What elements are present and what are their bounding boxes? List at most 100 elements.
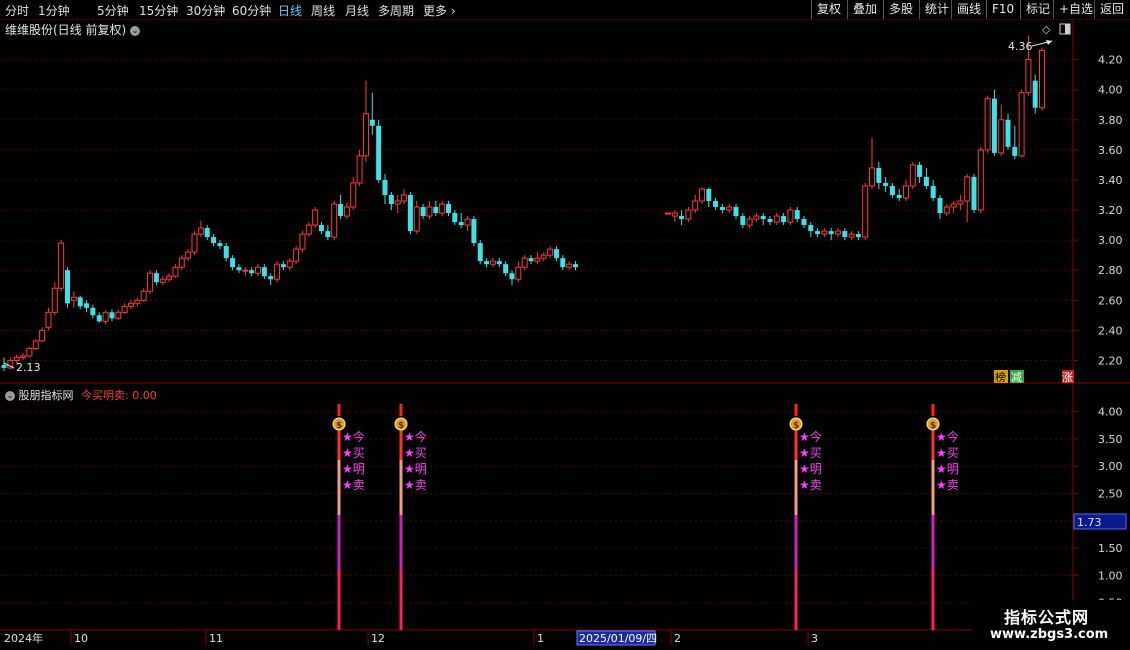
candle-body — [401, 194, 408, 202]
signal-bar-top — [931, 404, 935, 416]
price-tick-label: 3.80 — [1098, 114, 1123, 127]
time-label-1: 1 — [537, 632, 544, 645]
candle-body — [917, 164, 923, 177]
candle-body — [984, 98, 991, 151]
candle-body — [413, 206, 420, 232]
candle-body — [553, 249, 559, 259]
candle-body — [896, 194, 902, 198]
time-label-2: 2 — [674, 632, 681, 645]
price-tick-label: 3.40 — [1098, 174, 1123, 187]
candle-body — [446, 204, 451, 214]
site-logo: 指标公式网 www.zbgs3.com — [972, 600, 1130, 650]
candle-body — [503, 264, 509, 274]
candle-body — [305, 224, 312, 235]
signal-label: ★今 — [799, 429, 822, 444]
signal-bar-magenta — [337, 515, 341, 570]
candle-body — [842, 231, 848, 238]
signal-bar-top — [337, 404, 341, 416]
time-label-12: 12 — [371, 632, 385, 645]
indicator-tick-label: 2.50 — [1098, 488, 1123, 501]
candle-body — [433, 207, 439, 214]
badge-jian[interactable]: 减 — [1011, 371, 1022, 384]
candle-body — [362, 113, 369, 157]
candle-body — [70, 296, 77, 301]
candle-body — [236, 267, 242, 271]
candle-body — [740, 216, 746, 226]
indicator-tick-label: 1.50 — [1098, 542, 1123, 555]
price-tick-label: 2.80 — [1098, 264, 1123, 277]
candle-body — [671, 212, 678, 217]
candle-body — [964, 176, 971, 202]
indicator-title[interactable]: ⌄ 股朋指标网 今买明卖: 0.00 — [5, 387, 157, 403]
time-label-10: 10 — [74, 632, 88, 645]
candle-body — [477, 243, 483, 262]
candle-body — [957, 200, 964, 205]
candle-body — [547, 248, 554, 256]
diamond-icon[interactable]: ◇ — [1042, 23, 1051, 36]
candle-body — [376, 125, 382, 180]
time-label-3: 3 — [811, 632, 818, 645]
badge-zhang[interactable]: 涨 — [1062, 371, 1073, 384]
candle-body — [325, 231, 331, 238]
candle-body — [528, 258, 534, 262]
indicator-tick-label: 3.00 — [1098, 460, 1123, 473]
candle-body — [319, 225, 324, 232]
signal-bar-pink — [399, 570, 403, 630]
candle-body — [706, 188, 712, 201]
candles — [1, 35, 1045, 371]
candle-body — [147, 272, 154, 292]
candle-body — [1039, 50, 1045, 109]
candle-body — [58, 242, 65, 289]
candle-body — [869, 167, 875, 187]
candle-body — [51, 287, 58, 313]
chevron-down-icon[interactable]: ⌄ — [5, 391, 15, 401]
candle-body — [312, 209, 319, 226]
candle-body — [815, 231, 821, 235]
candle-body — [883, 182, 889, 186]
candle-body — [903, 185, 909, 199]
candle-body — [509, 273, 515, 280]
candle-body — [573, 264, 578, 268]
candle-body — [109, 312, 115, 319]
candle-body — [102, 311, 109, 322]
candle-body — [338, 204, 344, 217]
candle-body — [801, 219, 807, 226]
candle-body — [249, 270, 255, 274]
candle-body — [26, 347, 33, 357]
candle-body — [808, 225, 814, 232]
candle-body — [1005, 119, 1011, 147]
price-tick-label: 4.00 — [1098, 84, 1123, 97]
candle-body — [560, 258, 566, 268]
candle-body — [713, 200, 719, 208]
candle-body — [77, 297, 83, 307]
candle-body — [159, 278, 166, 283]
candle-body — [862, 185, 869, 238]
signal-bar-pink — [337, 570, 341, 630]
signal-bar-magenta — [931, 515, 935, 570]
signal-label: ★今 — [936, 429, 959, 444]
signal-bar-salmon — [399, 460, 403, 515]
signal-bar-red — [337, 430, 341, 460]
signal-label: ★明 — [342, 462, 365, 476]
badge-bang[interactable]: 榜 — [995, 370, 1006, 384]
candle-body — [781, 216, 787, 223]
candle-body — [90, 307, 96, 316]
price-tick-label: 2.60 — [1098, 294, 1123, 307]
candle-body — [767, 219, 773, 223]
price-grid — [0, 59, 1073, 361]
candle-body — [32, 340, 39, 349]
candle-body — [876, 167, 882, 183]
candle-body — [172, 266, 179, 277]
candle-body — [134, 299, 141, 304]
candle-body — [484, 261, 490, 265]
signal-bar-salmon — [931, 460, 935, 515]
candle-body — [719, 207, 725, 211]
candle-body — [794, 210, 800, 220]
signal-label: ★卖 — [936, 478, 959, 492]
candle-body — [39, 329, 46, 342]
indicator-axis: 4.003.503.002.502.001.501.000.50 — [1073, 406, 1123, 610]
logo-line2: www.zbgs3.com — [990, 627, 1109, 642]
candle-body — [121, 305, 128, 313]
candle-body — [726, 206, 733, 211]
kline-chart[interactable]: 4.20 4.00 3.80 3.60 3.40 3.20 3.00 2.80 2.60 2.40… — [0, 0, 1130, 650]
